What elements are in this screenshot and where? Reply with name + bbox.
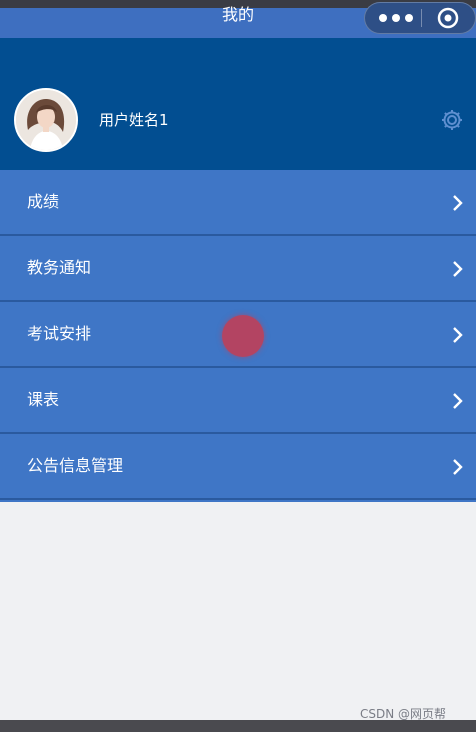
menu-item-grades[interactable]: 成绩	[0, 170, 476, 236]
menu-item-label: 课表	[27, 390, 60, 409]
chevron-right-icon	[453, 327, 463, 343]
miniprogram-capsule	[364, 2, 476, 34]
chevron-right-icon	[453, 393, 463, 409]
capsule-divider	[421, 9, 422, 27]
menu-item-label: 公告信息管理	[27, 456, 124, 475]
bottom-bar	[0, 720, 476, 732]
username-label: 用户姓名1	[99, 111, 169, 129]
menu-item-timetable[interactable]: 课表	[0, 368, 476, 434]
gear-icon[interactable]	[440, 108, 464, 132]
navigation-bar: 我的	[0, 2, 476, 38]
avatar[interactable]	[14, 88, 78, 152]
menu-item-academic-notices[interactable]: 教务通知	[0, 236, 476, 302]
menu-item-label: 成绩	[27, 192, 60, 211]
user-avatar-image	[16, 90, 76, 150]
profile-header: 用户姓名1	[0, 38, 476, 170]
touch-indicator	[222, 315, 264, 357]
target-circle-icon[interactable]	[437, 7, 459, 29]
menu-item-announcement-management[interactable]: 公告信息管理	[0, 434, 476, 500]
menu-item-label: 考试安排	[27, 324, 92, 343]
chevron-right-icon	[453, 195, 463, 211]
menu-item-label: 教务通知	[27, 258, 92, 277]
chevron-right-icon	[453, 261, 463, 277]
chevron-right-icon	[453, 459, 463, 475]
more-dots-icon[interactable]	[379, 13, 415, 23]
